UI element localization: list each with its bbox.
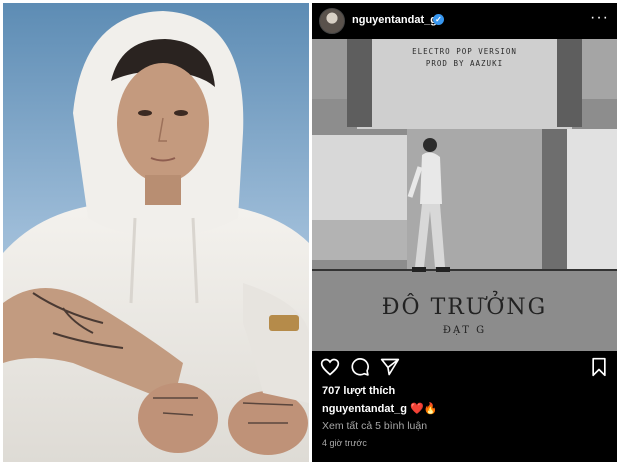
post-image[interactable]: ELECTRO POP VERSION PROD BY AAZUKI ĐÔ TR… (312, 39, 617, 351)
username[interactable]: nguyentandat_g (352, 14, 437, 26)
post-header: nguyentandat_g ✓ ··· (312, 3, 617, 39)
avatar[interactable] (319, 8, 345, 34)
poster-title: ĐÔ TRƯỞNG (381, 295, 548, 320)
caption: nguyentandat_g ❤️🔥 (322, 402, 437, 415)
poster-artist: ĐẠT G (442, 325, 487, 336)
bookmark-icon[interactable] (590, 357, 608, 377)
verified-badge-icon: ✓ (433, 14, 444, 25)
left-photo (3, 3, 309, 462)
share-icon[interactable] (380, 357, 400, 377)
hoodie-portrait-illustration (3, 3, 309, 462)
heart-icon[interactable] (320, 357, 340, 377)
poster-subtitle-2: PROD BY AAZUKI (425, 59, 504, 68)
caption-emoji: ❤️🔥 (410, 403, 438, 415)
caption-username[interactable]: nguyentandat_g (322, 403, 407, 415)
view-comments-link[interactable]: Xem tất cả 5 bình luận (322, 420, 427, 432)
poster-subtitle-1: ELECTRO POP VERSION (412, 47, 517, 56)
comment-icon[interactable] (350, 357, 370, 377)
more-options-icon[interactable]: ··· (590, 9, 609, 27)
post-actions (312, 355, 617, 381)
instagram-post: nguyentandat_g ✓ ··· ELECTRO POP VERSION… (312, 3, 617, 462)
like-count[interactable]: 707 lượt thích (322, 385, 395, 397)
timestamp: 4 giờ trước (322, 438, 367, 448)
